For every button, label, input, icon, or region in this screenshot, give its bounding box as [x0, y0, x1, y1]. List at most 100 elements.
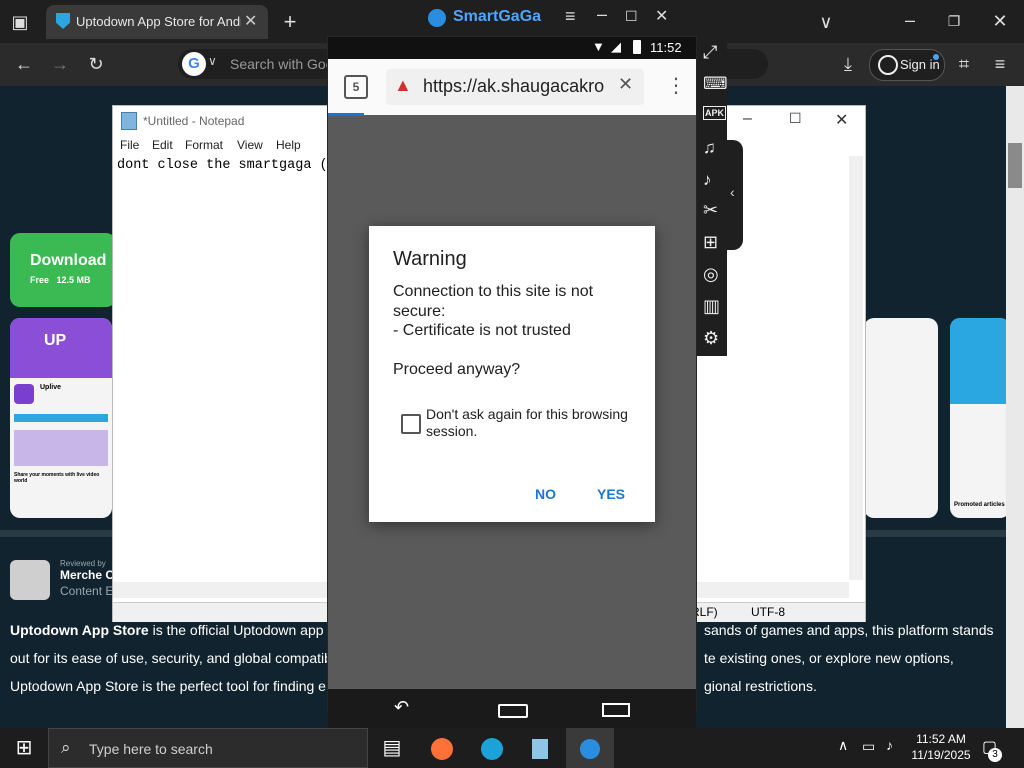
menu-view[interactable]: View [237, 138, 263, 152]
reviewer-name[interactable]: Merche C [60, 568, 114, 582]
description-text: is the official Uptodown app [148, 622, 324, 638]
reviewer-avatar [10, 560, 50, 600]
yes-button[interactable]: YES [597, 486, 625, 502]
android-statusbar: ▼ ◢ 11:52 [328, 37, 696, 59]
description-app-name: Uptodown App Store [10, 622, 149, 638]
battery-icon [633, 40, 641, 54]
screenshot-tagline: Share your moments with live video world [14, 472, 100, 484]
minimize-icon[interactable]: – [898, 8, 922, 32]
dont-ask-checkbox[interactable] [401, 414, 421, 434]
description-line-2-right: te existing ones, or explore new options… [704, 650, 954, 666]
emulator-title: SmartGaGa [453, 8, 542, 25]
taskbar-clock[interactable]: 11:52 AM 11/19/2025 [902, 731, 980, 763]
notepad-vscrollbar[interactable] [849, 156, 863, 580]
notepad-maximize-icon[interactable]: ☐ [789, 110, 802, 127]
menu-help[interactable]: Help [276, 138, 301, 152]
location-icon[interactable]: ◎ [703, 264, 719, 285]
description-line-3-right: gional restrictions. [704, 678, 817, 694]
emulator-maximize-icon[interactable]: ☐ [625, 8, 638, 25]
nav-home-icon[interactable] [498, 704, 528, 718]
notepad-text-area[interactable]: dont close the smartgaga (b [117, 158, 336, 173]
screenshot-download-bar [14, 414, 108, 422]
description-line-3-left: Uptodown App Store is the perfect tool f… [10, 678, 326, 694]
tray-chevron-icon[interactable]: ∧ [838, 737, 848, 754]
signal-icon: ◢ [611, 39, 621, 54]
app-screenshot-3[interactable]: Promoted articles [950, 318, 1010, 518]
download-label: Download [30, 252, 107, 269]
reload-icon[interactable]: ↻ [84, 52, 108, 76]
no-button[interactable]: NO [535, 486, 556, 502]
description-line-2-left: out for its ease of use, security, and g… [10, 650, 332, 666]
url-clear-icon[interactable]: ✕ [618, 74, 633, 95]
shake-icon[interactable]: ▥ [703, 296, 720, 317]
emulator-minimize-icon[interactable]: – [597, 4, 607, 25]
edge-icon[interactable] [472, 728, 512, 768]
notepad-close-icon[interactable]: ✕ [835, 110, 848, 130]
sidebar-collapse-tab[interactable]: ‹ [727, 140, 743, 250]
notepad-minimize-icon[interactable]: – [743, 110, 752, 128]
clock-date: 11/19/2025 [911, 748, 971, 762]
menu-edit[interactable]: Edit [152, 138, 173, 152]
download-button[interactable]: Download Free 12.5 MB [10, 233, 116, 307]
volume-up-icon[interactable]: ♫ [703, 138, 716, 158]
downloads-icon[interactable]: ⤓ [838, 52, 858, 76]
app-screenshot-2[interactable] [864, 318, 938, 518]
forward-icon[interactable]: → [48, 52, 72, 76]
apk-install-icon[interactable]: APK [703, 106, 727, 120]
tab-close-icon[interactable]: ✕ [244, 11, 257, 31]
settings-gear-icon[interactable]: ⚙ [703, 328, 719, 349]
emulator-sidebar: ⤢ ⌨ APK ♫ ♪ ✂ ⊞ ◎ ▥ ⚙ [697, 36, 728, 356]
volume-icon[interactable]: ♪ [886, 737, 893, 753]
task-view-icon[interactable]: ▤ [372, 728, 412, 768]
url-box[interactable]: ▲ https://ak.shaugacakro ✕ [386, 69, 644, 105]
dont-ask-label[interactable]: Don't ask again for this browsing sessio… [426, 406, 636, 440]
network-icon[interactable]: ▭ [862, 738, 875, 755]
new-tab-icon[interactable]: + [278, 10, 302, 34]
app-screenshot-1[interactable]: UP Uplive Share your moments with live v… [10, 318, 112, 518]
fullscreen-icon[interactable]: ⤢ [703, 42, 717, 63]
notepad-taskbar-icon[interactable] [520, 728, 560, 768]
firefox-icon[interactable] [422, 728, 462, 768]
sign-in-button[interactable]: Sign in [869, 49, 945, 81]
tab-actions-icon[interactable]: ▣ [8, 10, 32, 34]
address-placeholder: Search with Goo [230, 56, 334, 72]
search-engine-chevron-icon[interactable]: ∨ [208, 54, 217, 68]
search-icon: ⌕ [61, 738, 71, 757]
volume-down-icon[interactable]: ♪ [703, 170, 712, 190]
dialog-title: Warning [393, 248, 467, 270]
tab-count-button[interactable]: 5 [344, 75, 368, 99]
dialog-message: Connection to this site is not secure: -… [393, 283, 594, 378]
menu-file[interactable]: File [120, 138, 139, 152]
notepad-title: *Untitled - Notepad [143, 114, 245, 128]
nav-recents-icon[interactable] [602, 703, 630, 717]
screenshot-cut-icon[interactable]: ✂ [703, 200, 718, 221]
smartgaga-taskbar-icon[interactable] [566, 728, 614, 768]
menu-format[interactable]: Format [185, 138, 223, 152]
tab-title: Uptodown App Store for Andro [76, 14, 241, 29]
overflow-menu-icon[interactable]: ⋮ [666, 73, 686, 98]
tab-search-chevron-icon[interactable]: ∨ [814, 10, 838, 34]
emulator-menu-icon[interactable]: ≡ [565, 6, 576, 27]
extensions-icon[interactable]: ⌗ [954, 52, 974, 76]
start-windows-icon[interactable]: ⊞ [4, 728, 44, 768]
ssl-warning-dialog: Warning Connection to this site is not s… [369, 226, 655, 522]
multi-instance-icon[interactable]: ⊞ [703, 232, 718, 253]
android-time: 11:52 [650, 40, 682, 55]
taskbar-search-box[interactable]: ⌕ Type here to search [48, 728, 368, 768]
menu-icon[interactable]: ≡ [990, 52, 1010, 76]
insecure-warning-icon: ▲ [394, 75, 412, 95]
emulator-titlebar: SmartGaGa ≡ – ☐ ✕ [327, 0, 697, 36]
back-icon[interactable]: ← [12, 52, 36, 76]
emulator-close-icon[interactable]: ✕ [655, 6, 668, 26]
clock-time: 11:52 AM [916, 732, 966, 746]
load-progress-bar [328, 113, 364, 116]
window-close-icon[interactable]: ✕ [988, 9, 1012, 33]
restore-icon[interactable]: ❐ [942, 9, 966, 33]
browser-tab[interactable]: Uptodown App Store for Andro ✕ [46, 5, 268, 39]
keyboard-icon[interactable]: ⌨ [703, 74, 728, 94]
nav-back-icon[interactable]: ↶ [394, 697, 409, 718]
page-scrollbar-thumb[interactable] [1008, 143, 1022, 188]
uptodown-favicon-icon [56, 13, 70, 29]
android-navbar: ↶ [328, 689, 696, 728]
notification-dot-icon [933, 54, 939, 60]
